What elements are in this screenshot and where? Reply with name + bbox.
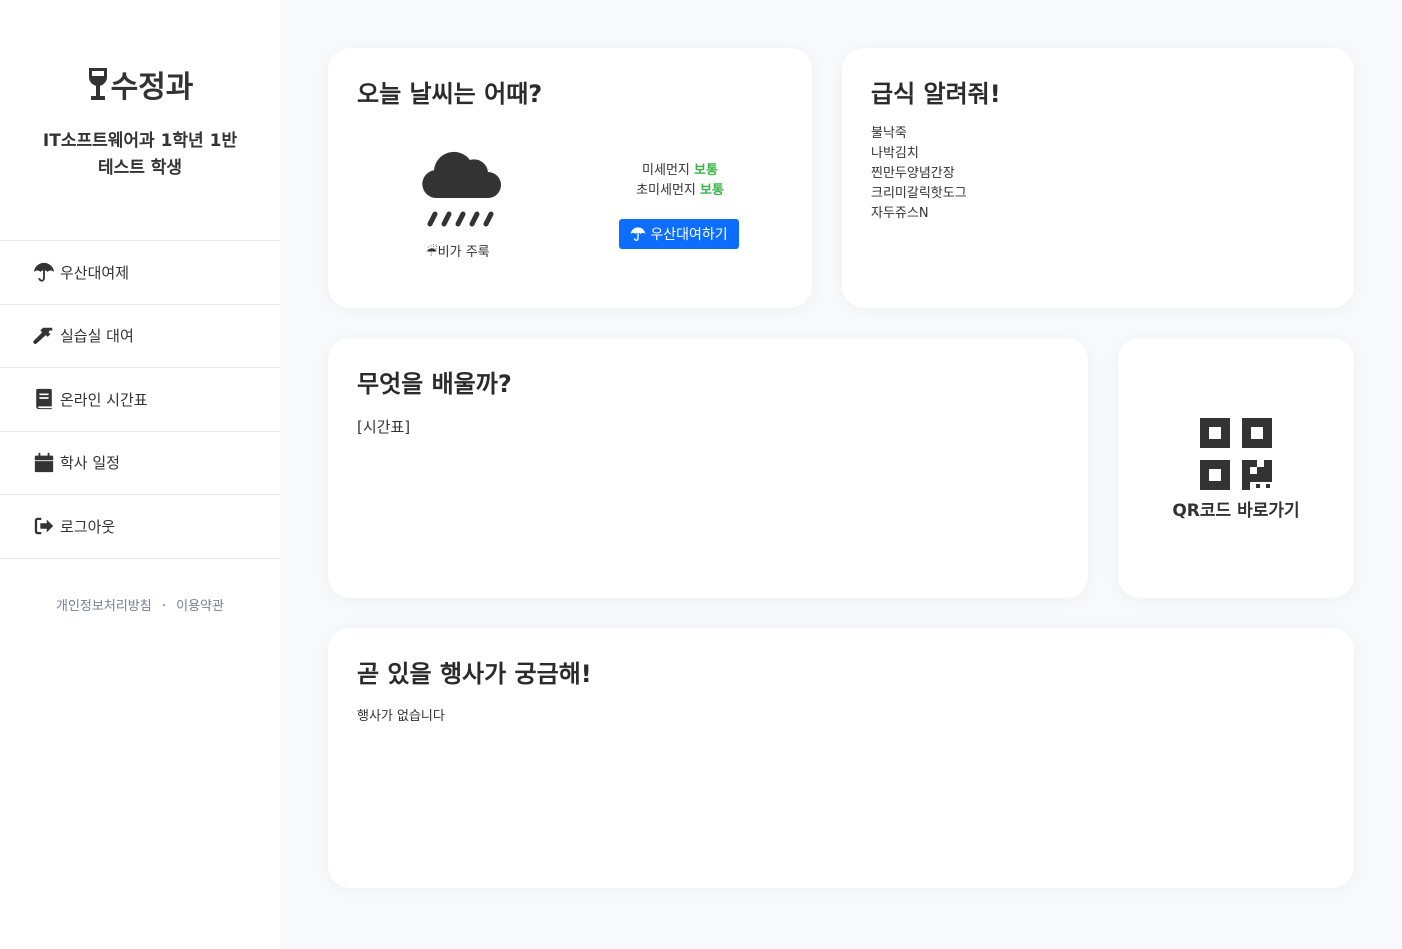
events-card-title: 곧 있을 행사가 궁금해! [357, 660, 592, 688]
sidebar-item-label: 우산대여제 [60, 263, 130, 282]
sidebar-item-label: 실습실 대여 [60, 327, 134, 346]
fine-dust-value: 보통 [694, 163, 718, 178]
fine-dust-label: 미세먼지 [642, 163, 690, 178]
footer-separator: · [161, 598, 166, 614]
class-info: IT소프트웨어과 1학년 1반 [42, 131, 238, 151]
qr-card: QR코드 바로가기 [1118, 338, 1354, 598]
meal-item: 나박김치 [871, 146, 919, 161]
weather-card: 오늘 날씨는 어때? ☔비가 주룩 미세먼지 보통 초미세먼지 보통 우산대여하… [328, 48, 812, 308]
terms-link[interactable]: 이용약관 [176, 599, 224, 614]
meal-item: 크리미갈릭핫도그 [871, 186, 967, 201]
umbrella-icon [631, 227, 646, 241]
rent-umbrella-button[interactable]: 우산대여하기 [619, 219, 739, 249]
meal-item: 불낙죽 [871, 126, 907, 141]
ultrafine-dust-label: 초미세먼지 [636, 183, 696, 198]
hammer-icon [32, 324, 56, 348]
book-icon [32, 387, 56, 411]
sidebar-item-umbrella-rental[interactable]: 우산대여제 [0, 241, 280, 305]
sidebar-item-logout[interactable]: 로그아웃 [0, 495, 280, 559]
calendar-icon [32, 451, 56, 475]
meal-item: 자두쥬스N [871, 206, 929, 221]
umbrella-icon [32, 260, 56, 284]
qrcode-icon [1200, 418, 1272, 490]
ultrafine-dust-value: 보통 [700, 183, 724, 198]
timetable-card: 무엇을 배울까? [시간표] [328, 338, 1088, 598]
sign-out-icon [32, 514, 56, 538]
rent-umbrella-label: 우산대여하기 [650, 227, 728, 243]
weather-card-title: 오늘 날씨는 어때? [357, 80, 543, 108]
dust-info: 미세먼지 보통 초미세먼지 보통 [628, 161, 732, 201]
footer-links: 개인정보처리방침 · 이용약관 [0, 595, 280, 614]
brand-block: 수정과 IT소프트웨어과 1학년 1반 테스트 학생 [0, 0, 280, 240]
meal-item: 찐만두양념간장 [871, 166, 955, 181]
sidebar-nav: 우산대여제 실습실 대여 온라인 시간표 학사 일정 로그아웃 [0, 240, 280, 559]
sidebar-item-label: 온라인 시간표 [60, 390, 148, 409]
sidebar: 수정과 IT소프트웨어과 1학년 1반 테스트 학생 우산대여제 실습실 대여 … [0, 0, 280, 949]
sidebar-item-academic-calendar[interactable]: 학사 일정 [0, 432, 280, 495]
cloud-rain-icon [422, 151, 501, 227]
sidebar-item-label: 로그아웃 [60, 517, 116, 536]
wine-glass-icon [88, 68, 107, 100]
student-name: 테스트 학생 [97, 158, 183, 178]
timetable-content: [시간표] [357, 418, 411, 436]
timetable-card-title: 무엇을 배울까? [357, 370, 512, 398]
meal-card-title: 급식 알려줘! [871, 80, 1001, 108]
weather-condition: ☔비가 주룩 [426, 245, 490, 260]
sidebar-item-label: 학사 일정 [60, 454, 120, 473]
meal-card: 급식 알려줘! 불낙죽 나박김치 찐만두양념간장 크리미갈릭핫도그 자두쥬스N [842, 48, 1354, 308]
sidebar-item-online-timetable[interactable]: 온라인 시간표 [0, 368, 280, 432]
brand-title-text: 수정과 [110, 70, 194, 105]
events-content: 행사가 없습니다 [357, 709, 445, 724]
events-card: 곧 있을 행사가 궁금해! 행사가 없습니다 [328, 628, 1354, 888]
qr-label: QR코드 바로가기 [1172, 501, 1300, 521]
meal-list: 불낙죽 나박김치 찐만두양념간장 크리미갈릭핫도그 자두쥬스N [871, 124, 967, 224]
qr-shortcut-link[interactable]: QR코드 바로가기 [1118, 418, 1354, 521]
sidebar-item-lab-rental[interactable]: 실습실 대여 [0, 305, 280, 368]
privacy-policy-link[interactable]: 개인정보처리방침 [56, 599, 152, 614]
brand-title[interactable]: 수정과 [0, 62, 280, 106]
